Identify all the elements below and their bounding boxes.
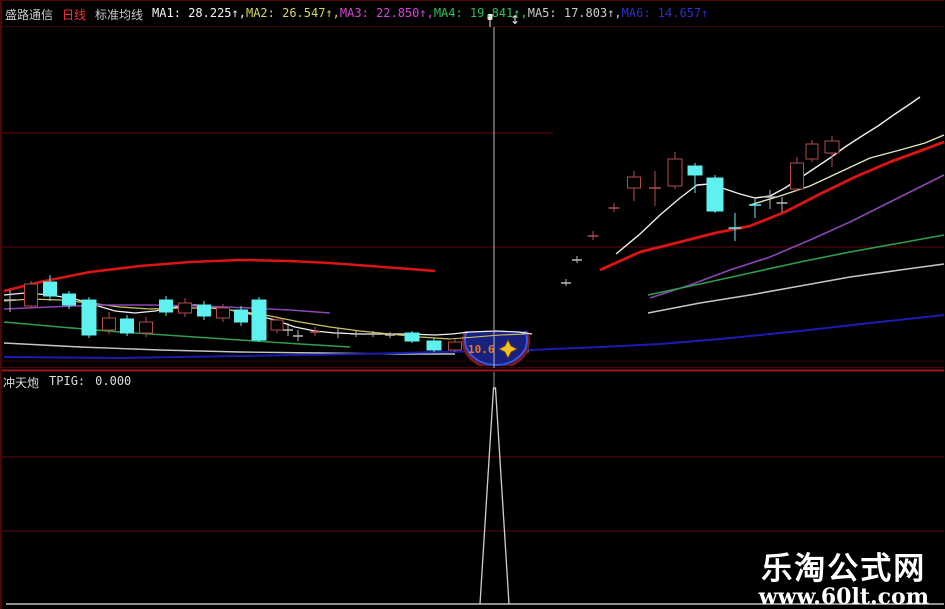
chart-canvas[interactable]: 10.6↕ (0, 0, 945, 609)
candle-dash-gray (351, 331, 361, 337)
ma-value-2: MA2: 26.547↑, (245, 6, 340, 20)
ma-values: MA1: 28.225↑,MA2: 26.547↑,MA3: 22.850↑,M… (152, 6, 708, 23)
line-ma5-right (647, 263, 945, 314)
candle-down (687, 163, 703, 193)
ma-indicator-name: 标准均线 (95, 8, 144, 22)
candle-cross-gray (293, 330, 303, 341)
line-ma-red-left (3, 258, 436, 293)
candle-dash-red (649, 171, 661, 206)
candle-up (24, 281, 38, 308)
watermark-site-name: 乐淘公式网 (761, 551, 927, 588)
candle-dash-red (310, 327, 320, 336)
candle-up (667, 152, 683, 189)
candle-down (251, 297, 267, 342)
price-marker: 10.6 (462, 331, 530, 366)
candle-up (178, 298, 192, 317)
trading-app-window: 10.6 ↕ 盛路通信 日线 标准均线 MA1: 28.225↑,MA2: 26.… (0, 0, 945, 609)
candle-dash-gray (561, 279, 571, 286)
sub-indicator-header: 冲天炮 TPIG: 0.000 (3, 374, 131, 391)
ma-value-6: MA6: 14.657↑ (621, 6, 709, 20)
candle-down (81, 297, 97, 338)
line-ma3-right (649, 174, 945, 299)
candle-down (120, 315, 134, 336)
candle-down (706, 175, 724, 213)
ma-value-5: MA5: 17.803↑, (527, 6, 622, 20)
sub-indicator-name: 冲天炮 (3, 376, 40, 390)
candle-dash-gray (385, 332, 395, 338)
ma-value-3: MA3: 22.850↑, (339, 6, 434, 20)
chart-header: 盛路通信 日线 标准均线 MA1: 28.225↑,MA2: 26.547↑,M… (5, 6, 708, 23)
candle-up (805, 140, 819, 162)
candle-cross-gray (283, 323, 293, 336)
candle-up (448, 339, 462, 352)
ma-value-4: MA4: 19.841↑, (433, 6, 528, 20)
candle-down (197, 301, 211, 320)
line-ma-red-right (599, 140, 945, 272)
candle-dash-red (608, 203, 620, 212)
sub-indicator-field-label: TPIG: (49, 374, 86, 388)
candle-cross-gray (333, 328, 343, 338)
candle-down (234, 306, 248, 326)
candle-down (159, 296, 173, 316)
candle-down (426, 338, 442, 352)
candle-down (404, 331, 420, 343)
period-label[interactable]: 日线 (62, 6, 86, 23)
stock-name: 盛路通信 (5, 8, 54, 22)
candle-up (627, 171, 641, 201)
candle-dash-gray (776, 197, 788, 212)
marker-price-label: 10.6 (468, 343, 495, 356)
candle-up (790, 157, 804, 191)
candle-up (824, 136, 840, 167)
candle-dash-gray (572, 256, 582, 263)
sub-indicator-field-value: 0.000 (95, 374, 132, 388)
signal-spike (479, 387, 510, 605)
line-ma1-right (615, 96, 921, 255)
candle-dash-red (587, 231, 599, 240)
watermark: 乐淘公式网 www.60lt.com (759, 553, 929, 608)
watermark-url: www.60lt.com (758, 584, 929, 609)
ma-value-1: MA1: 28.225↑, (152, 6, 246, 20)
